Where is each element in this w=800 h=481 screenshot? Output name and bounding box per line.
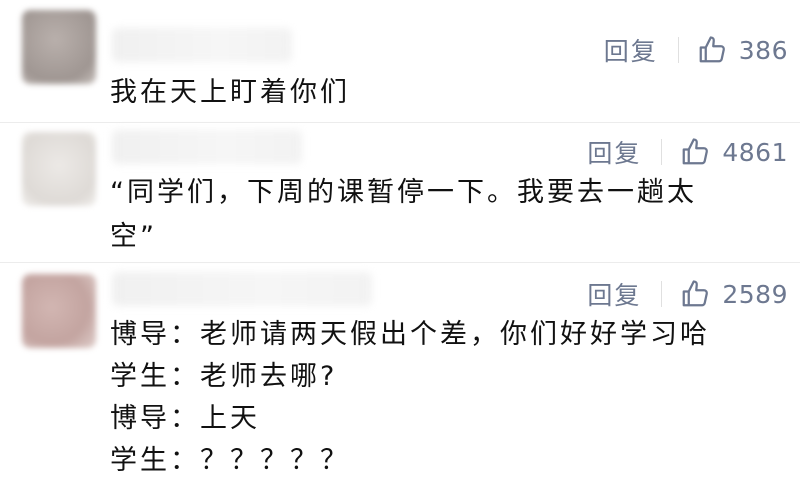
- avatar[interactable]: [22, 10, 96, 84]
- like-count: 2589: [722, 279, 788, 309]
- divider: [661, 139, 663, 165]
- reply-button[interactable]: 回复: [604, 32, 658, 68]
- avatar[interactable]: [22, 132, 96, 206]
- divider: [661, 281, 663, 307]
- comment-divider: [0, 122, 800, 123]
- reply-button[interactable]: 回复: [587, 134, 641, 170]
- thumbs-up-icon[interactable]: [697, 35, 727, 65]
- comment-actions: 回复 4861: [587, 134, 788, 170]
- divider: [677, 37, 679, 63]
- username-redacted: [112, 28, 292, 62]
- comment-text-line: 博导：老师请两天假出个差，你们好好学习哈: [110, 319, 710, 350]
- reply-button[interactable]: 回复: [587, 276, 641, 312]
- avatar[interactable]: [22, 274, 96, 348]
- like-count: 386: [738, 35, 788, 65]
- username-redacted: [112, 130, 302, 164]
- comment-text-line: 学生：？？？？？: [110, 445, 350, 476]
- comment-divider: [0, 262, 800, 263]
- comment-text: 我在天上盯着你们: [110, 77, 350, 108]
- username-redacted: [112, 272, 372, 306]
- comment-text-line: 博导：上天: [110, 403, 260, 434]
- comment-actions: 回复 386: [604, 32, 788, 68]
- thumbs-up-icon[interactable]: [680, 279, 710, 309]
- comment-text-line: 空”: [110, 221, 157, 252]
- comment-text-line: “同学们，下周的课暂停一下。我要去一趟太: [110, 177, 697, 208]
- comment-actions: 回复 2589: [587, 276, 788, 312]
- thumbs-up-icon[interactable]: [680, 137, 710, 167]
- like-count: 4861: [722, 137, 788, 167]
- comment-text-line: 学生：老师去哪?: [110, 361, 338, 392]
